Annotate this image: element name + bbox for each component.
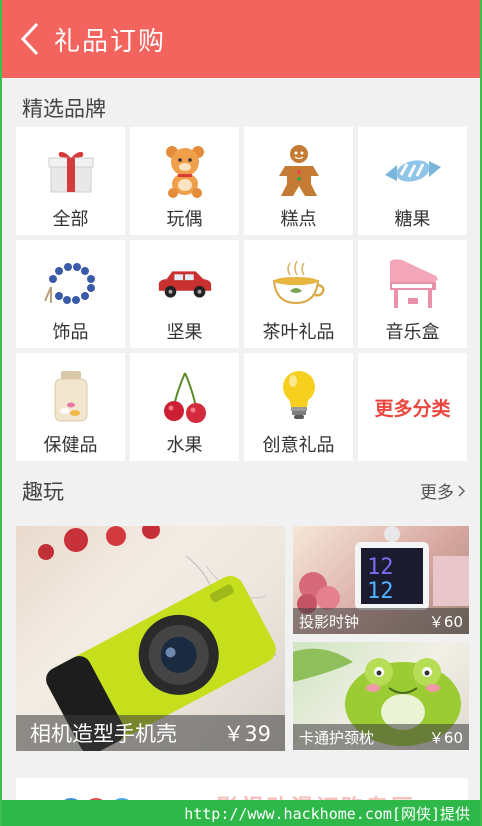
brand-item-dolls[interactable]: 玩偶	[130, 127, 239, 235]
clock-price: ￥60	[428, 612, 463, 631]
brand-item-fruit[interactable]: 水果	[130, 353, 239, 461]
brand-label: 糖果	[394, 209, 431, 230]
lightbulb-icon	[269, 369, 329, 425]
pill-jar-icon	[41, 369, 101, 425]
brand-grid: 全部 玩偶 糕点 糖果 饰品 坚果 茶叶礼品 音乐盒 保健品 水果 创意礼品 更…	[16, 127, 468, 461]
brand-item-pastry[interactable]: 糕点	[244, 127, 353, 235]
featured-product-card[interactable]: 相机造型手机壳 ￥39	[16, 526, 285, 751]
brand-item-accessories[interactable]: 饰品	[16, 240, 125, 348]
brand-label: 全部	[52, 209, 89, 230]
clock-caption: 投影时钟 ￥60	[293, 608, 469, 634]
brand-item-candy[interactable]: 糖果	[358, 127, 467, 235]
brand-label: 水果	[166, 435, 203, 456]
brand-label: 音乐盒	[385, 322, 440, 343]
pillow-caption: 卡通护颈枕 ￥60	[293, 724, 469, 750]
piano-icon	[383, 256, 443, 312]
brand-item-all[interactable]: 全部	[16, 127, 125, 235]
fun-section-title: 趣玩	[22, 480, 64, 504]
app-frame: 礼品订购 精选品牌 全部 玩偶 糕点 糖果 饰品 坚果 茶叶礼品 音乐盒 保健品…	[0, 0, 482, 826]
brand-label: 玩偶	[166, 209, 203, 230]
clock-name: 投影时钟	[299, 612, 360, 631]
brand-item-music-box[interactable]: 音乐盒	[358, 240, 467, 348]
candy-icon	[383, 143, 443, 199]
brand-label: 创意礼品	[262, 435, 335, 456]
brand-item-creative[interactable]: 创意礼品	[244, 353, 353, 461]
more-categories-label: 更多分类	[374, 397, 451, 420]
bracelet-icon	[41, 256, 101, 312]
brand-label: 糕点	[280, 209, 317, 230]
brand-item-tea[interactable]: 茶叶礼品	[244, 240, 353, 348]
brand-label: 饰品	[52, 322, 89, 343]
cherry-icon	[155, 369, 215, 425]
brand-label: 保健品	[43, 435, 98, 456]
brand-label: 茶叶礼品	[262, 322, 335, 343]
back-arrow-icon[interactable]	[8, 0, 52, 78]
pillow-name: 卡通护颈枕	[299, 728, 375, 747]
fun-more-label: 更多	[420, 483, 454, 503]
tea-cup-icon	[269, 256, 329, 312]
product-card-projection-clock[interactable]: 12 12 投影时钟 ￥60	[293, 526, 469, 634]
brands-section-title: 精选品牌	[22, 97, 106, 121]
teddy-bear-icon	[155, 143, 215, 199]
header-bar: 礼品订购	[2, 0, 480, 78]
fun-more-link[interactable]: 更多	[420, 478, 466, 503]
gingerbread-icon	[269, 143, 329, 199]
brand-item-health[interactable]: 保健品	[16, 353, 125, 461]
watermark-bar: http://www.hackhome.com[网侠]提供	[2, 800, 480, 826]
brand-label: 坚果	[166, 322, 203, 343]
svg-text:12: 12	[367, 555, 394, 580]
car-icon	[155, 256, 215, 312]
chevron-right-icon	[458, 484, 466, 497]
product-card-neck-pillow[interactable]: 卡通护颈枕 ￥60	[293, 642, 469, 750]
gift-box-icon	[41, 143, 101, 199]
brand-item-nuts[interactable]: 坚果	[130, 240, 239, 348]
more-categories-button[interactable]: 更多分类	[358, 353, 467, 461]
page-title: 礼品订购	[54, 26, 167, 57]
featured-price: ￥39	[223, 722, 271, 746]
featured-caption: 相机造型手机壳 ￥39	[16, 715, 285, 751]
pillow-price: ￥60	[428, 728, 463, 747]
featured-name: 相机造型手机壳	[30, 722, 177, 746]
svg-text:12: 12	[367, 579, 394, 604]
